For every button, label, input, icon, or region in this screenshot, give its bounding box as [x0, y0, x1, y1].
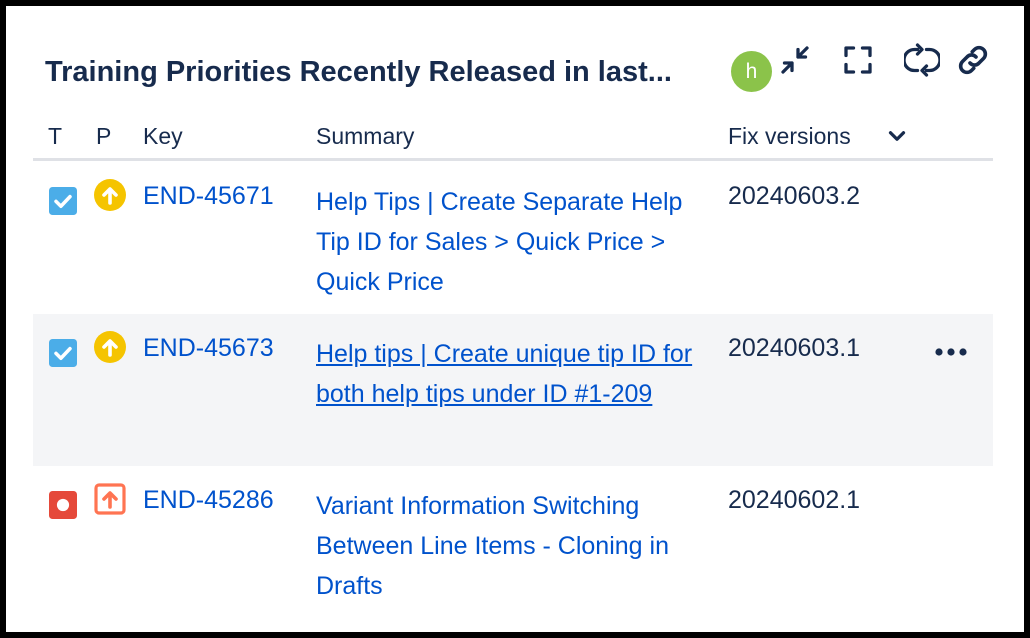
issue-summary-link[interactable]: Help Tips | Create Separate Help Tip ID …: [316, 182, 716, 302]
issue-summary-link[interactable]: Help tips | Create unique tip ID for bot…: [316, 334, 716, 414]
column-header-key[interactable]: Key: [143, 123, 183, 150]
column-header-summary[interactable]: Summary: [316, 123, 414, 150]
fix-version: 20240603.1: [728, 334, 861, 362]
refresh-button[interactable]: [902, 40, 942, 80]
priority-medium-high-icon: [94, 331, 126, 363]
avatar[interactable]: h: [731, 51, 772, 92]
link-button[interactable]: [953, 40, 993, 80]
priority-medium-high-icon: [94, 179, 126, 211]
fullscreen-button[interactable]: [838, 40, 878, 80]
column-header-priority[interactable]: P: [96, 123, 111, 150]
column-header-fix-versions[interactable]: Fix versions: [728, 123, 851, 150]
task-icon: [49, 339, 77, 367]
header-divider: [33, 158, 993, 161]
gadget-title: Training Priorities Recently Released in…: [45, 56, 672, 88]
bug-icon: [49, 491, 77, 519]
table-row[interactable]: END-45671 Help Tips | Create Separate He…: [33, 162, 993, 314]
issue-key-link[interactable]: END-45671: [143, 182, 274, 211]
more-actions-icon[interactable]: [931, 342, 971, 362]
issues-gadget: Training Priorities Recently Released in…: [6, 6, 1024, 632]
chevron-down-icon[interactable]: [884, 123, 910, 149]
table-row[interactable]: END-45673 Help tips | Create unique tip …: [33, 314, 993, 466]
fix-version: 20240603.2: [728, 182, 861, 210]
refresh-icon: [904, 43, 940, 77]
collapse-icon: [781, 46, 809, 74]
issue-key-link[interactable]: END-45286: [143, 486, 274, 515]
task-icon: [49, 187, 77, 215]
link-icon: [958, 45, 988, 75]
issue-summary-link[interactable]: Variant Information Switching Between Li…: [316, 486, 716, 606]
table-row[interactable]: END-45286 Variant Information Switching …: [33, 466, 993, 618]
issue-key-link[interactable]: END-45673: [143, 334, 274, 363]
fullscreen-icon: [844, 46, 872, 74]
column-header-type[interactable]: T: [48, 123, 62, 150]
collapse-button[interactable]: [775, 40, 815, 80]
priority-high-icon: [94, 483, 126, 515]
fix-version: 20240602.1: [728, 486, 861, 514]
